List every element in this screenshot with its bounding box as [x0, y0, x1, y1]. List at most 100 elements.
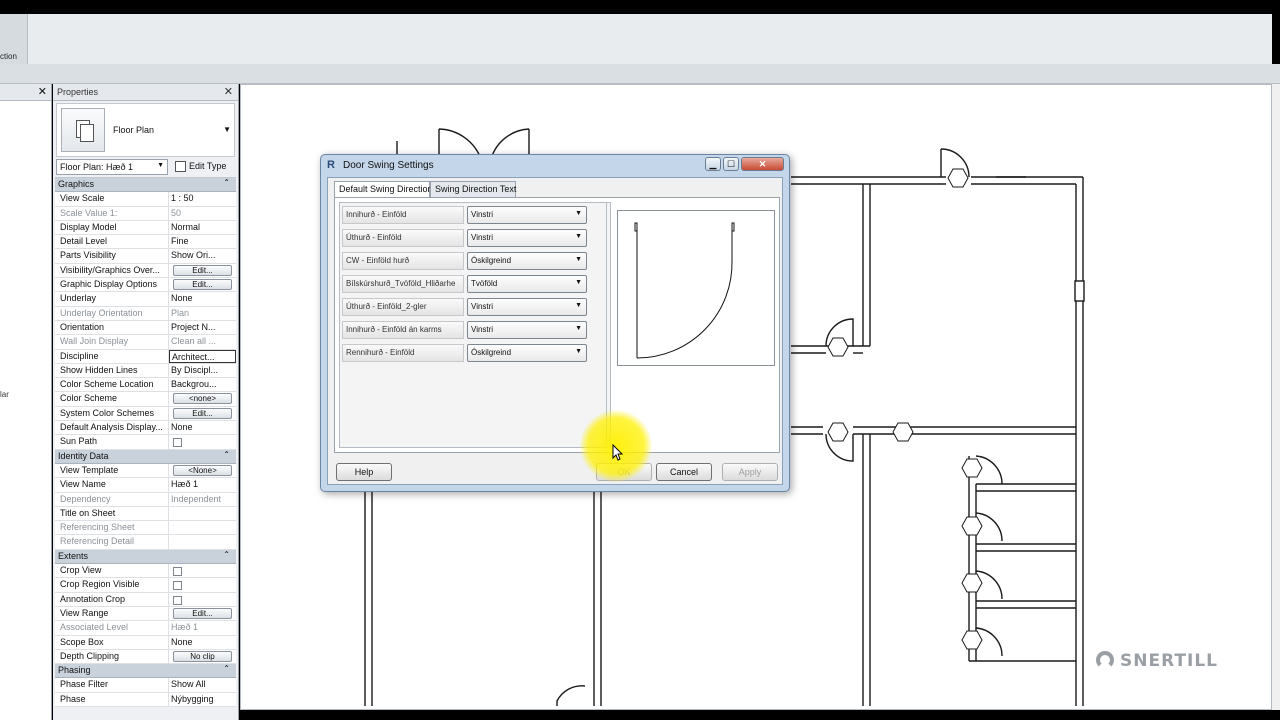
- property-row: Color Scheme <none>: [55, 392, 236, 407]
- properties-palette: Properties ✕ Floor Plan ▼ Floor Plan: Hæ…: [53, 84, 239, 720]
- dialog-body: Default Swing Direction Swing Direction …: [327, 177, 783, 485]
- property-edit-button[interactable]: <None>: [173, 464, 232, 476]
- collapse-icon[interactable]: ⌃: [223, 178, 230, 187]
- property-name: System Color Schemes: [55, 406, 169, 421]
- swing-direction-dropdown[interactable]: Vinstri ▼: [467, 206, 587, 224]
- collapse-icon[interactable]: ⌃: [223, 450, 230, 459]
- property-edit-button[interactable]: Edit...: [173, 407, 232, 419]
- collapse-icon[interactable]: ⌃: [223, 664, 230, 673]
- property-value[interactable]: By Discipl...: [169, 364, 236, 377]
- help-button[interactable]: Help: [336, 463, 392, 481]
- property-checkbox[interactable]: [173, 438, 182, 448]
- property-edit-button[interactable]: Edit...: [173, 264, 232, 276]
- property-row: Visibility/Graphics Over... Edit...: [55, 263, 236, 279]
- property-value[interactable]: [169, 535, 236, 548]
- instance-filter-dropdown[interactable]: Floor Plan: Hæð 1 ▼: [56, 159, 168, 175]
- property-row: Phase Nýbygging: [55, 692, 236, 707]
- revit-icon: R: [327, 159, 335, 171]
- property-value[interactable]: <None>: [169, 464, 236, 477]
- property-value[interactable]: 1 : 50: [169, 192, 236, 205]
- properties-title-bar: Properties ✕: [53, 84, 238, 101]
- property-value[interactable]: Normal: [169, 221, 236, 234]
- property-value[interactable]: [169, 435, 236, 448]
- vertical-scrollbar[interactable]: [1272, 84, 1280, 720]
- property-value[interactable]: None: [169, 292, 236, 305]
- property-edit-button[interactable]: Edit...: [173, 279, 232, 291]
- property-value[interactable]: None: [169, 636, 236, 649]
- property-name: View Scale: [55, 192, 169, 206]
- property-value[interactable]: Edit...: [169, 607, 236, 620]
- mouse-pointer-icon: [612, 444, 624, 461]
- property-value[interactable]: Hæð 1: [169, 621, 236, 634]
- property-value[interactable]: Hæð 1: [169, 478, 236, 491]
- swing-direction-dropdown[interactable]: Vinstri ▼: [467, 321, 587, 339]
- door-type-row: Úthurð - Einföld Vinstri ▼: [342, 227, 588, 249]
- property-value[interactable]: [169, 593, 236, 606]
- property-value[interactable]: No clip: [169, 650, 236, 663]
- property-edit-button[interactable]: Edit...: [173, 607, 232, 619]
- property-row: Underlay Orientation Plan: [55, 306, 236, 321]
- close-button[interactable]: ✕: [741, 157, 784, 171]
- swing-direction-dropdown[interactable]: Óskilgreind ▼: [467, 252, 587, 270]
- property-value[interactable]: Independent: [169, 493, 236, 506]
- property-value-text: Show Ori...: [171, 250, 216, 261]
- property-value[interactable]: None: [169, 421, 236, 434]
- property-value[interactable]: [169, 507, 236, 520]
- tab-swing-direction-text[interactable]: Swing Direction Text: [430, 181, 516, 197]
- ok-button[interactable]: OK: [596, 463, 652, 481]
- swing-direction-dropdown[interactable]: Tvöföld ▼: [467, 275, 587, 293]
- property-value[interactable]: Show All: [169, 678, 236, 691]
- property-value[interactable]: Architect...: [169, 349, 236, 363]
- collapse-icon[interactable]: ⌃: [223, 550, 230, 559]
- property-value[interactable]: [169, 578, 236, 591]
- property-value[interactable]: <none>: [169, 392, 236, 405]
- property-name: Display Model: [55, 220, 169, 235]
- property-value[interactable]: Nýbygging: [169, 693, 236, 706]
- property-value[interactable]: [169, 521, 236, 534]
- swing-direction-value: Vinstri: [471, 210, 494, 219]
- property-group-header[interactable]: Graphics ⌃: [55, 178, 236, 193]
- property-name: View Template: [55, 463, 169, 478]
- property-value[interactable]: Show Ori...: [169, 249, 236, 262]
- property-checkbox[interactable]: [173, 581, 182, 591]
- minimize-button[interactable]: ▁: [705, 157, 721, 171]
- property-value[interactable]: 50: [169, 207, 236, 220]
- property-edit-button[interactable]: No clip: [173, 650, 232, 662]
- property-name: Color Scheme Location: [55, 378, 169, 392]
- property-edit-button[interactable]: <none>: [173, 393, 232, 405]
- property-value[interactable]: Edit...: [169, 407, 236, 420]
- swing-direction-dropdown[interactable]: Óskilgreind ▼: [467, 344, 587, 362]
- property-value[interactable]: Backgrou...: [169, 378, 236, 391]
- type-selector[interactable]: Floor Plan ▼: [56, 103, 235, 157]
- property-name: Scope Box: [55, 635, 169, 649]
- property-row: Wall Join Display Clean all ...: [55, 335, 236, 350]
- edit-type-button[interactable]: Edit Type: [173, 159, 228, 175]
- property-value[interactable]: Edit...: [169, 278, 236, 291]
- property-value[interactable]: Project N...: [169, 321, 236, 334]
- property-value[interactable]: Clean all ...: [169, 335, 236, 348]
- property-value-text: None: [171, 636, 193, 647]
- property-value[interactable]: Plan: [169, 307, 236, 320]
- property-value[interactable]: [169, 564, 236, 577]
- property-group-header[interactable]: Extents ⌃: [55, 549, 236, 565]
- property-checkbox[interactable]: [173, 567, 182, 577]
- maximize-button[interactable]: ☐: [723, 157, 739, 171]
- ribbon-tab[interactable]: ction: [0, 14, 28, 64]
- property-group-header[interactable]: Phasing ⌃: [55, 664, 236, 679]
- swing-direction-dropdown[interactable]: Vinstri ▼: [467, 298, 587, 316]
- close-icon[interactable]: ✕: [224, 85, 233, 98]
- property-checkbox[interactable]: [173, 595, 182, 605]
- swing-direction-dropdown[interactable]: Vinstri ▼: [467, 229, 587, 247]
- apply-button[interactable]: Apply: [722, 463, 778, 481]
- property-row: View Template <None>: [55, 463, 236, 479]
- cancel-button[interactable]: Cancel: [656, 463, 712, 481]
- property-row: Parts Visibility Show Ori...: [55, 249, 236, 264]
- property-name: Associated Level: [55, 621, 169, 635]
- property-value[interactable]: Fine: [169, 235, 236, 248]
- chevron-down-icon: ▼: [575, 279, 582, 286]
- tab-default-swing-direction[interactable]: Default Swing Direction: [334, 181, 433, 198]
- dialog-title-bar[interactable]: R Door Swing Settings ▁ ☐ ✕: [321, 155, 789, 177]
- close-icon[interactable]: ✕: [38, 85, 47, 98]
- property-group-header[interactable]: Identity Data ⌃: [55, 449, 236, 464]
- property-value[interactable]: Edit...: [169, 264, 236, 277]
